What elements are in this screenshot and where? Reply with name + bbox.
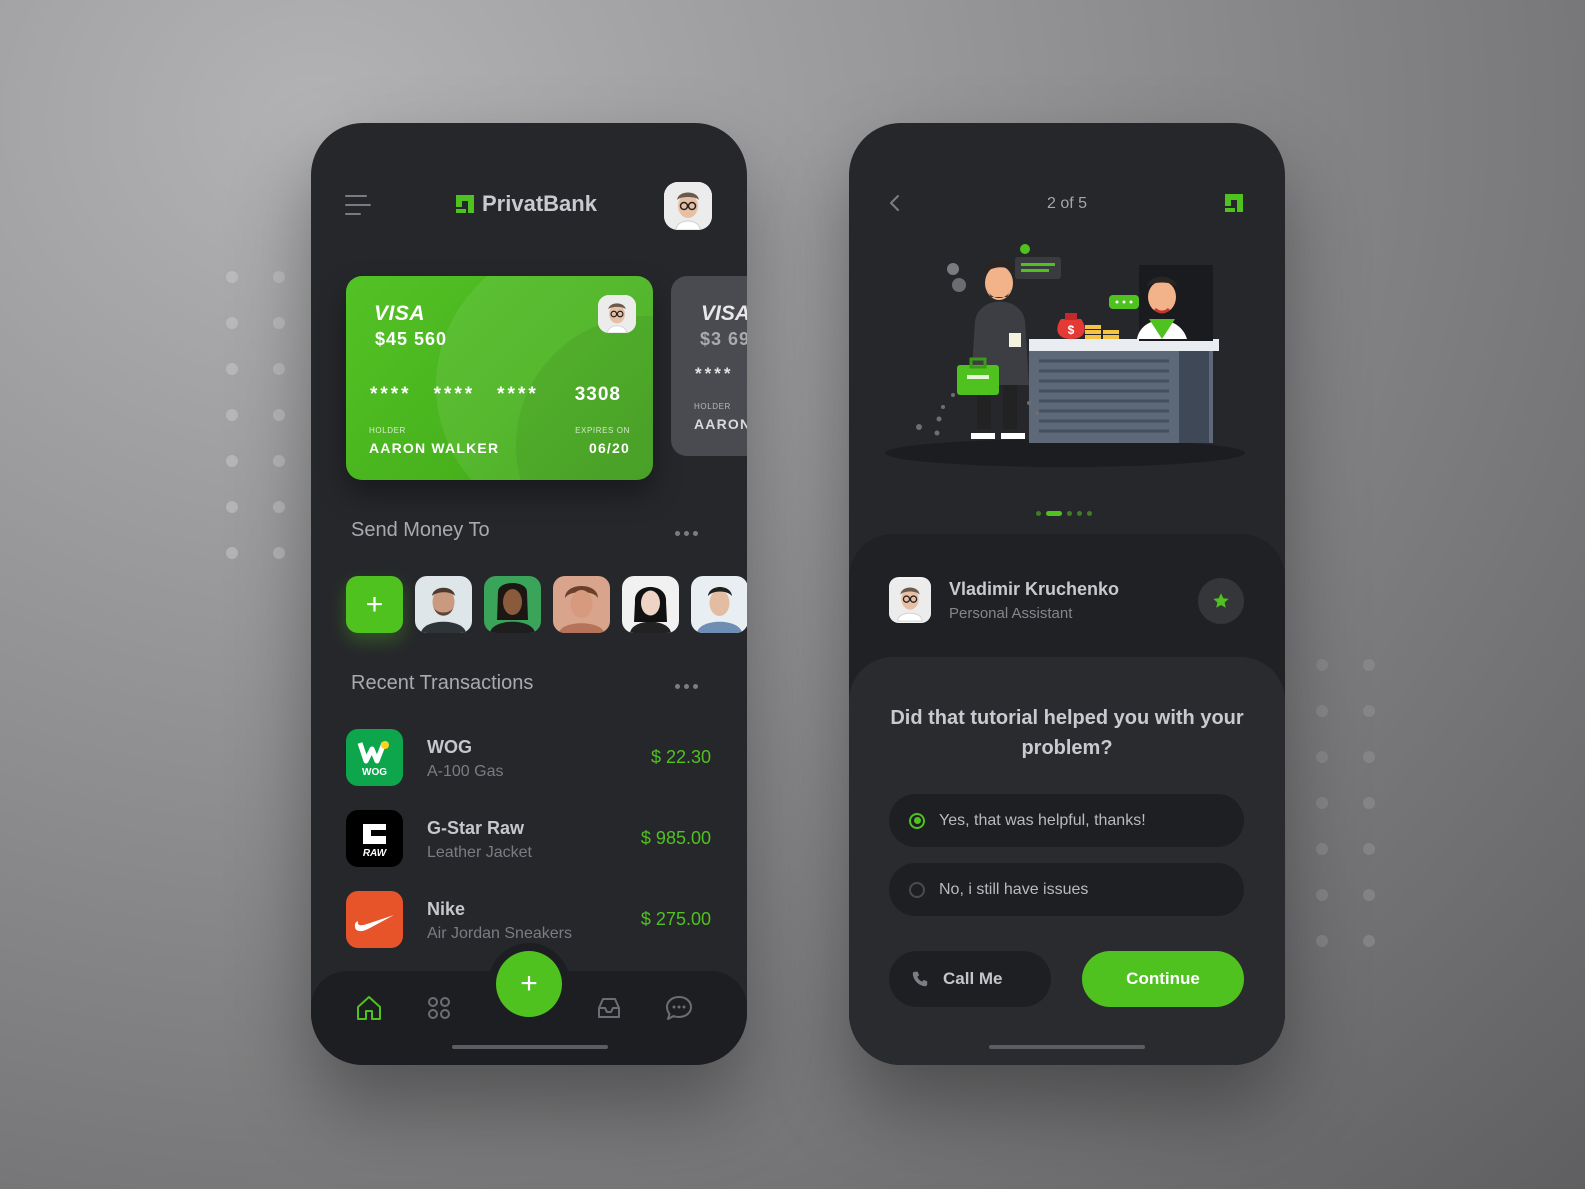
person-icon xyxy=(691,576,747,633)
continue-button[interactable]: Continue xyxy=(1082,951,1244,1007)
feedback-screen: 2 of 5 $ Vladimir Kruchenko Personal Ass… xyxy=(849,123,1285,1065)
pager-dot[interactable] xyxy=(1087,511,1092,516)
gstar-logo-icon: RAW xyxy=(346,810,403,867)
home-screen: PrivatBank VISA $45 560 **** **** **** 3… xyxy=(311,123,747,1065)
holder-name: AARON WALKER xyxy=(369,440,500,456)
pager-dot[interactable] xyxy=(1067,511,1072,516)
card-number: **** **** **** 3308 xyxy=(370,384,622,405)
wog-logo-icon: WOG xyxy=(346,729,403,786)
expiry-date: 06/20 xyxy=(588,440,630,456)
phone-icon xyxy=(912,971,928,987)
step-indicator: 2 of 5 xyxy=(1046,195,1088,212)
transactions-more-icon[interactable] xyxy=(675,684,698,689)
send-money-more-icon[interactable] xyxy=(675,531,698,536)
brand-logo: PrivatBank xyxy=(456,191,597,217)
transaction-amount: $ 275.00 xyxy=(640,909,711,929)
home-indicator xyxy=(989,1045,1145,1049)
transaction-description: Air Jordan Sneakers xyxy=(427,925,572,942)
person-icon xyxy=(553,576,610,633)
inbox-icon[interactable] xyxy=(594,993,624,1023)
option-still-issues[interactable]: No, i still have issues xyxy=(889,863,1244,916)
contact-avatar-4[interactable] xyxy=(622,576,679,633)
avatar-icon xyxy=(598,295,636,333)
pager-dot[interactable] xyxy=(1036,511,1041,516)
decorative-dots-right xyxy=(1316,659,1375,947)
feedback-question: Did that tutorial helped you with your p… xyxy=(890,707,1244,759)
expiry-label: EXPIRES ON xyxy=(575,426,630,435)
decorative-dots-left xyxy=(226,271,285,559)
contact-avatar-1[interactable] xyxy=(415,576,472,633)
gstar-logo-text: RAW xyxy=(363,848,388,859)
bank-consultation-illustration: $ xyxy=(885,244,1245,467)
card-number: **** xyxy=(695,364,734,383)
card-holder-avatar xyxy=(598,295,636,333)
option-helpful[interactable]: Yes, that was helpful, thanks! xyxy=(889,794,1244,847)
transaction-merchant: Nike xyxy=(427,899,466,919)
user-avatar[interactable] xyxy=(664,182,712,230)
privatbank-logo-icon xyxy=(456,195,474,213)
person-icon xyxy=(415,576,472,633)
holder-label: HOLDER xyxy=(369,426,406,435)
transaction-amount: $ 22.30 xyxy=(650,747,711,767)
carousel-pager xyxy=(1036,511,1092,516)
home-indicator xyxy=(452,1045,608,1049)
privatbank-logo-icon xyxy=(1225,194,1243,212)
assistant-avatar[interactable] xyxy=(889,577,931,623)
transaction-merchant: G-Star Raw xyxy=(427,818,525,838)
send-money-title: Send Money To xyxy=(351,519,490,541)
brand-name: PrivatBank xyxy=(482,191,597,216)
assistant-name: Vladimir Kruchenko xyxy=(949,579,1120,599)
user-avatar-icon xyxy=(664,182,712,230)
transaction-amount: $ 985.00 xyxy=(640,828,711,848)
favorite-button[interactable] xyxy=(1198,578,1244,624)
option-label: Yes, that was helpful, thanks! xyxy=(939,811,1146,829)
menu-icon[interactable] xyxy=(345,195,371,217)
credit-card-primary[interactable]: VISA $45 560 **** **** **** 3308 HOLDER … xyxy=(346,276,653,480)
radio-unchecked-icon[interactable] xyxy=(909,881,925,898)
contact-avatar-3[interactable] xyxy=(553,576,610,633)
credit-card-secondary[interactable]: VISA $3 69 **** HOLDER AARON xyxy=(671,276,747,456)
avatar-icon xyxy=(889,579,931,622)
chat-icon[interactable] xyxy=(664,993,694,1023)
assistant-role: Personal Assistant xyxy=(949,605,1073,622)
radio-checked-icon[interactable] xyxy=(909,812,925,829)
pager-dot[interactable] xyxy=(1077,511,1082,516)
nike-logo-icon xyxy=(346,891,403,948)
call-me-button[interactable]: Call Me xyxy=(889,951,1051,1007)
add-transaction-button[interactable]: + xyxy=(496,951,562,1017)
contact-avatar-5[interactable] xyxy=(691,576,747,633)
add-contact-button[interactable]: + xyxy=(346,576,403,633)
svg-text:$: $ xyxy=(1068,323,1075,337)
card-balance: $3 69 xyxy=(700,329,747,349)
transaction-description: A-100 Gas xyxy=(427,763,504,780)
card-network: VISA xyxy=(374,302,426,325)
person-icon xyxy=(622,576,679,633)
card-network: VISA xyxy=(701,302,747,325)
call-me-label: Call Me xyxy=(943,969,1003,988)
card-balance: $45 560 xyxy=(375,329,448,349)
recent-transactions-title: Recent Transactions xyxy=(351,672,534,694)
wog-logo-text: WOG xyxy=(362,767,387,778)
grid-icon[interactable] xyxy=(424,993,454,1023)
option-label: No, i still have issues xyxy=(939,880,1089,898)
person-icon xyxy=(484,576,541,633)
holder-name: AARON xyxy=(694,416,747,432)
transaction-description: Leather Jacket xyxy=(427,844,532,861)
star-icon xyxy=(1213,593,1229,608)
transaction-merchant: WOG xyxy=(427,737,472,757)
holder-label: HOLDER xyxy=(694,402,731,411)
pager-dot-active[interactable] xyxy=(1046,511,1062,516)
home-icon[interactable] xyxy=(354,993,384,1023)
contact-avatar-2[interactable] xyxy=(484,576,541,633)
